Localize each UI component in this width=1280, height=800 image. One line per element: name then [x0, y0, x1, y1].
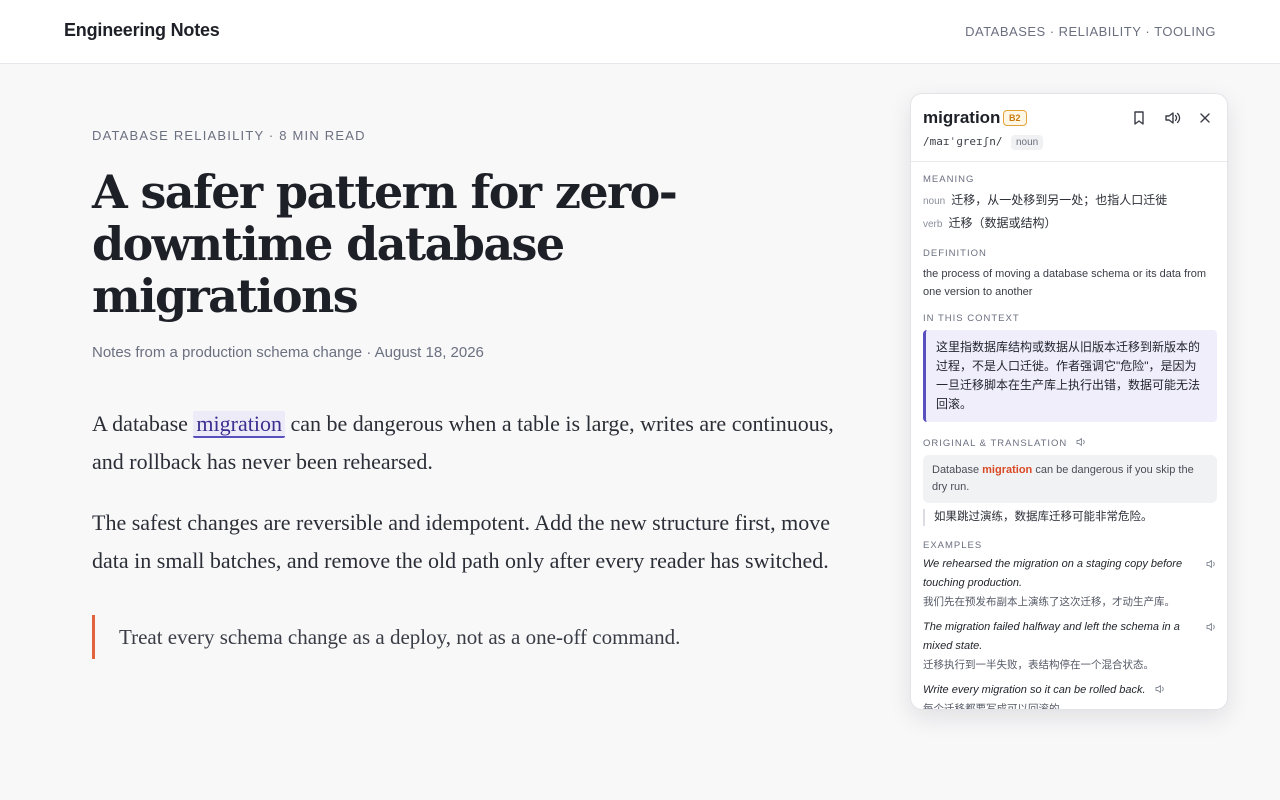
- top-nav: DATABASES · RELIABILITY · TOOLING: [965, 24, 1216, 39]
- translation-text: 如果跳过演练，数据库迁移可能非常危险。: [923, 509, 1217, 526]
- nav-link-tooling[interactable]: TOOLING: [1154, 24, 1216, 39]
- top-bar: Engineering Notes DATABASES · RELIABILITY ·…: [0, 0, 1280, 64]
- nav-link-reliability[interactable]: RELIABILITY: [1059, 24, 1142, 39]
- nav-link-databases[interactable]: DATABASES: [965, 24, 1046, 39]
- pull-quote: Treat every schema change as a deploy, n…: [92, 615, 842, 659]
- original-sentence: Database migration can be dangerous if y…: [923, 455, 1217, 503]
- example-chinese: 迁移执行到一半失败，表结构停在一个混合状态。: [923, 659, 1154, 671]
- meaning-text: 迁移，从一处移到另一处；也指人口迁徙: [951, 193, 1168, 207]
- level-badge: B2: [1003, 110, 1027, 126]
- close-icon[interactable]: [1196, 109, 1214, 127]
- definition-text: the process of moving a database schema …: [923, 268, 1207, 298]
- speaker-icon[interactable]: [1154, 683, 1166, 695]
- speaker-icon[interactable]: [1075, 436, 1087, 448]
- meaning-row: noun 迁移，从一处移到另一处；也指人口迁徙: [923, 191, 1217, 208]
- part-of-speech-tag: noun: [1011, 135, 1044, 150]
- example-chinese: 每个迁移都要写成可以回滚的。: [923, 703, 1070, 710]
- meaning-pos: noun: [923, 196, 946, 207]
- example-english: We rehearsed the migration on a staging …: [923, 558, 1183, 589]
- dictionary-popup: migration B2 /maɪˈɡreɪʃn/ noun MEANING n…: [910, 93, 1228, 710]
- speaker-icon[interactable]: [1205, 621, 1217, 633]
- highlighted-word[interactable]: migration: [193, 411, 285, 438]
- example-english: Write every migration so it can be rolle…: [923, 681, 1217, 700]
- original-translation-label: ORIGINAL & TRANSLATION: [923, 436, 1217, 449]
- site-brand[interactable]: Engineering Notes: [64, 20, 220, 41]
- original-highlighted-word: migration: [982, 464, 1033, 476]
- meaning-text: 迁移（数据或结构）: [948, 216, 1057, 230]
- popup-word: migration: [923, 108, 1001, 127]
- original-sentence-lead: Database: [932, 464, 983, 476]
- speaker-icon[interactable]: [1205, 558, 1217, 570]
- example-item: Write every migration so it can be rolle…: [923, 681, 1217, 710]
- popup-header: migration B2 /maɪˈɡreɪʃn/ noun: [911, 94, 1227, 162]
- example-english: The migration failed halfway and left th…: [923, 621, 1180, 652]
- example-item: The migration failed halfway and left th…: [923, 618, 1217, 672]
- original-translation-label-text: ORIGINAL & TRANSLATION: [923, 438, 1068, 449]
- meaning-label: MEANING: [923, 174, 975, 185]
- context-label: IN THIS CONTEXT: [923, 313, 1020, 324]
- popup-body: MEANING noun 迁移，从一处移到另一处；也指人口迁徙 verb 迁移（数据…: [923, 174, 1217, 710]
- nav-separator: ·: [1049, 24, 1055, 39]
- paragraph-1: A database migration can be dangerous wh…: [92, 405, 842, 480]
- speaker-icon[interactable]: [1163, 109, 1181, 127]
- article-byline: Notes from a production schema change · …: [92, 344, 484, 361]
- meaning-row: verb 迁移（数据或结构）: [923, 214, 1217, 231]
- example-english-text: Write every migration so it can be rolle…: [923, 684, 1146, 696]
- bookmark-icon[interactable]: [1130, 109, 1148, 127]
- example-item: We rehearsed the migration on a staging …: [923, 555, 1217, 609]
- paragraph-2: The safest changes are reversible and id…: [92, 510, 830, 573]
- nav-separator: ·: [1145, 24, 1151, 39]
- example-chinese: 我们先在预发布副本上演练了这次迁移，才动生产库。: [923, 596, 1175, 608]
- paragraph-1-lead: A database: [92, 411, 194, 436]
- context-note: 这里指数据库结构或数据从旧版本迁移到新版本的过程，不是人口迁徙。作者强调它"危险…: [923, 330, 1217, 422]
- examples-label: EXAMPLES: [923, 540, 983, 551]
- article-kicker: DATABASE RELIABILITY · 8 MIN READ: [92, 128, 366, 143]
- article: DATABASE RELIABILITY · 8 MIN READ A safe…: [92, 128, 842, 659]
- definition-label: DEFINITION: [923, 248, 987, 259]
- pronunciation: /maɪˈɡreɪʃn/: [923, 135, 1003, 148]
- article-headline: A safer pattern for zero-downtime databa…: [92, 165, 678, 323]
- meaning-pos: verb: [923, 219, 943, 230]
